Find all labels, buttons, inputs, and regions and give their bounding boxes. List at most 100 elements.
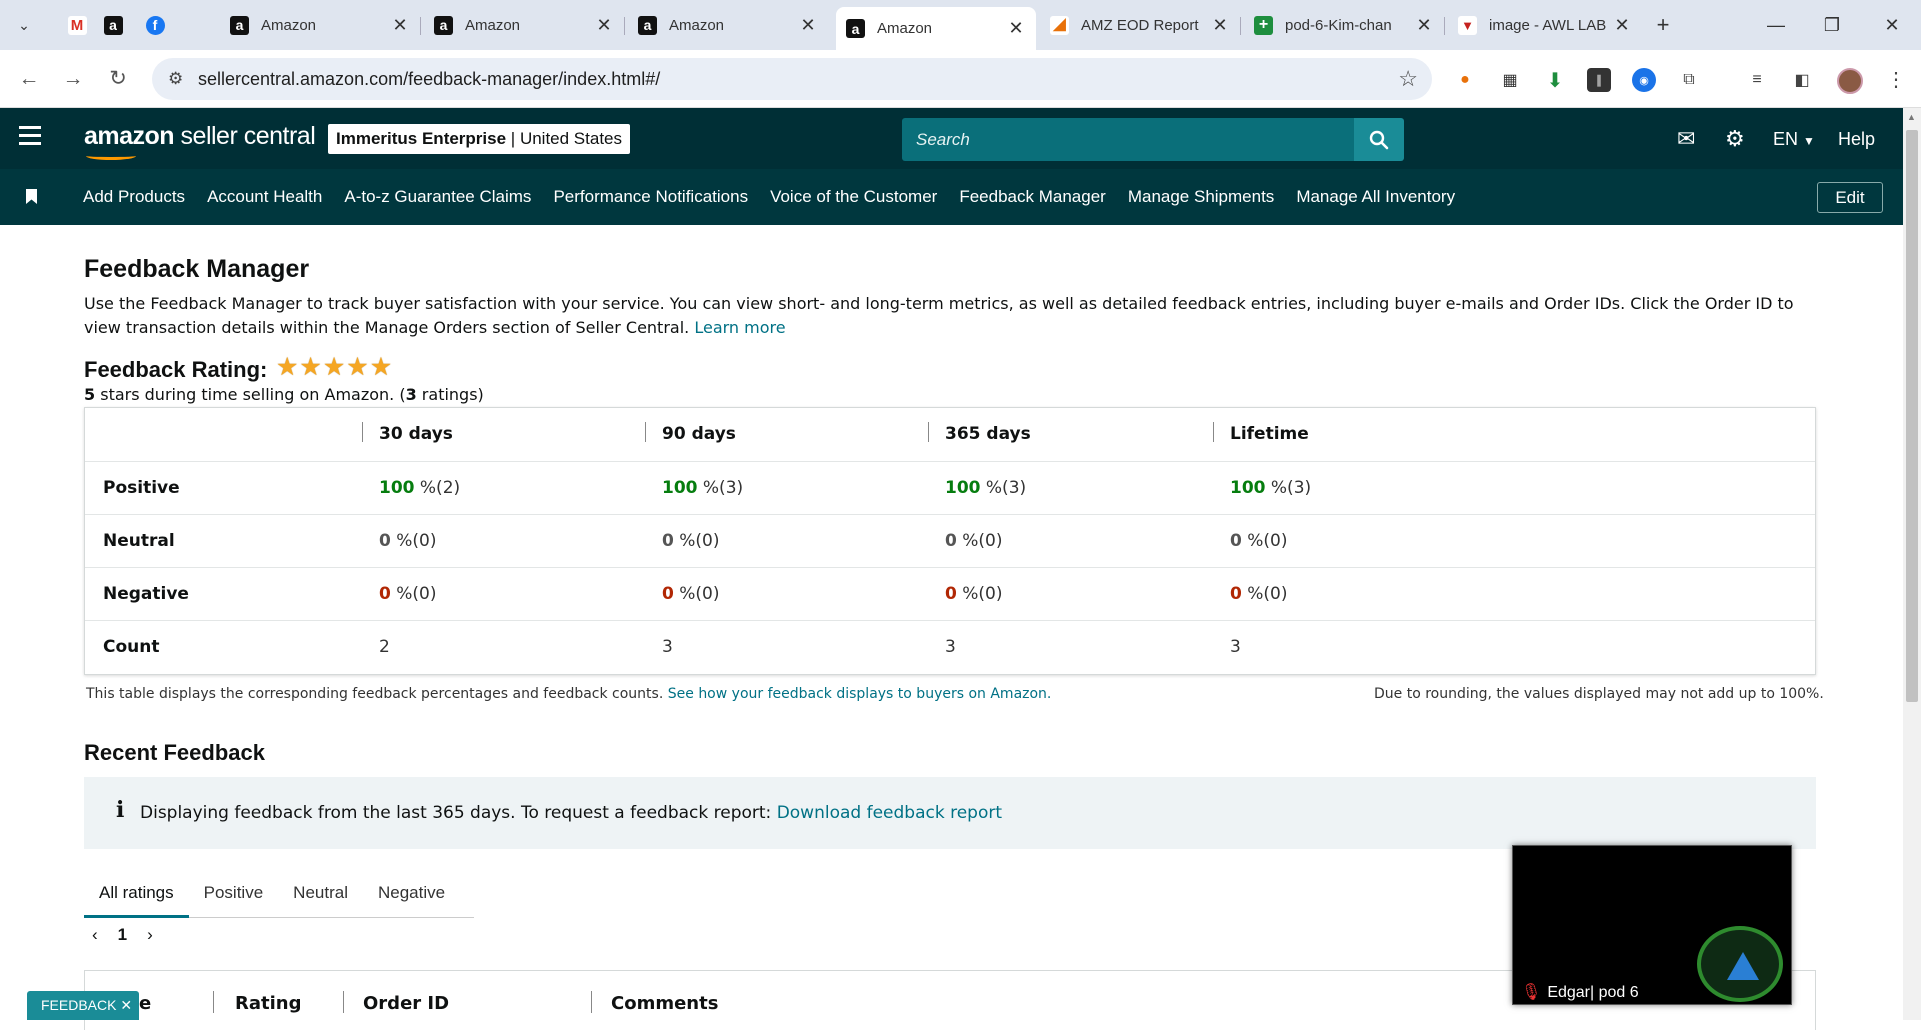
page-scrollbar[interactable]: ▲ [1903, 108, 1921, 1020]
extension-blue-icon[interactable]: ◉ [1632, 68, 1656, 92]
bookmark-icon[interactable] [26, 189, 37, 204]
browser-tab-active[interactable]: a Amazon ✕ [836, 7, 1036, 50]
hamburger-menu-icon[interactable] [19, 126, 41, 129]
browser-tab[interactable]: a Amazon ✕ [220, 7, 421, 43]
mail-icon[interactable]: ✉ [1677, 126, 1695, 152]
gear-icon[interactable]: ⚙ [1725, 126, 1745, 152]
close-tab-icon[interactable]: ✕ [1612, 15, 1632, 36]
video-call-overlay[interactable]: 🎙 Edgar| pod 6 [1512, 845, 1792, 1005]
extension-bars-icon[interactable]: ∥ [1587, 68, 1611, 92]
current-page[interactable]: 1 [118, 925, 127, 945]
organization-emblem-icon [1697, 926, 1783, 1002]
column-header: 365 days [945, 424, 1031, 444]
help-link[interactable]: Help [1838, 129, 1875, 150]
column-header[interactable]: Order ID [363, 993, 449, 1014]
url-bar[interactable]: ⚙ sellercentral.amazon.com/feedback-mana… [152, 58, 1432, 100]
close-tab-icon[interactable]: ✕ [390, 15, 410, 36]
star-icon: ★ [369, 353, 393, 381]
download-feedback-report-link[interactable]: Download feedback report [777, 803, 1002, 823]
new-tab-icon[interactable]: + [1649, 12, 1677, 38]
close-tab-icon[interactable]: ✕ [798, 15, 818, 36]
seller-central-logo[interactable]: amazon seller central [84, 122, 316, 160]
extensions-puzzle-icon[interactable]: ⧉ [1677, 68, 1701, 92]
browser-tab[interactable]: + pod-6-Kim-chan ✕ [1244, 7, 1445, 43]
nav-account-health[interactable]: Account Health [207, 187, 322, 207]
prev-page-icon[interactable]: ‹ [92, 925, 98, 945]
search-button[interactable] [1354, 118, 1404, 161]
tab-negative[interactable]: Negative [363, 868, 460, 918]
browser-menu-icon[interactable]: ⋮ [1886, 67, 1906, 92]
minimize-icon[interactable]: — [1756, 10, 1796, 40]
pinned-tab-amazon[interactable]: a [96, 10, 130, 40]
rounding-note: Due to rounding, the values displayed ma… [1374, 686, 1824, 702]
back-icon[interactable]: ← [14, 64, 44, 94]
browser-tab[interactable]: ▼ image - AWL LAB ✕ [1448, 7, 1642, 43]
tab-title: pod-6-Kim-chan [1285, 16, 1392, 34]
table-row-neutral: Neutral 0 %(0) 0 %(0) 0 %(0) 0 %(0) [85, 514, 1815, 567]
qr-code-icon[interactable]: ▦ [1498, 68, 1522, 92]
nav-performance-notifications[interactable]: Performance Notifications [553, 187, 748, 207]
restore-icon[interactable]: ❐ [1812, 10, 1852, 40]
tab-title: Amazon [261, 16, 317, 34]
tab-neutral[interactable]: Neutral [278, 868, 363, 918]
metric-count: %(0) [1241, 584, 1288, 604]
metric-count: %(0) [390, 584, 437, 604]
close-tab-icon[interactable]: ✕ [594, 15, 614, 36]
scrollbar-thumb[interactable] [1906, 130, 1918, 702]
media-control-icon[interactable]: ≡ [1745, 68, 1769, 92]
language-selector[interactable]: EN ▼ [1773, 129, 1815, 150]
row-label: Neutral [103, 531, 175, 551]
browser-tab[interactable]: ◢ AMZ EOD Report ✕ [1040, 7, 1241, 43]
feedback-button[interactable]: FEEDBACK ✕ [27, 991, 139, 1020]
nav-feedback-manager[interactable]: Feedback Manager [959, 187, 1105, 207]
close-tab-icon[interactable]: ✕ [1210, 15, 1230, 36]
nav-add-products[interactable]: Add Products [83, 187, 185, 207]
column-header[interactable]: Rating [235, 993, 301, 1014]
intro-text: Use the Feedback Manager to track buyer … [84, 292, 1824, 340]
tab-search-chevron-icon[interactable]: ⌄ [10, 12, 38, 38]
column-header[interactable]: e [139, 993, 151, 1014]
metric-cell: 0 %(0) [1230, 515, 1287, 568]
close-tab-icon[interactable]: ✕ [1414, 15, 1434, 36]
side-panel-icon[interactable]: ◧ [1790, 68, 1814, 92]
reload-icon[interactable]: ↻ [103, 64, 133, 94]
awl-icon: ▼ [1458, 15, 1477, 35]
pinned-tab-gmail[interactable]: M [60, 10, 94, 40]
tab-all-ratings[interactable]: All ratings [84, 868, 189, 918]
nav-voice-of-customer[interactable]: Voice of the Customer [770, 187, 937, 207]
nav-a-to-z-claims[interactable]: A-to-z Guarantee Claims [344, 187, 531, 207]
site-settings-icon[interactable]: ⚙ [168, 69, 183, 89]
muted-mic-icon: 🎙 [1521, 984, 1542, 1001]
positive-pct: 100 [945, 478, 981, 498]
browser-tab[interactable]: a Amazon ✕ [424, 7, 625, 43]
url-text[interactable]: sellercentral.amazon.com/feedback-manage… [198, 69, 660, 90]
table-row-positive: Positive 100 %(2) 100 %(3) 100 %(3) 100 … [85, 461, 1815, 514]
window-close-icon[interactable]: ✕ [1872, 10, 1912, 40]
nav-manage-shipments[interactable]: Manage Shipments [1128, 187, 1274, 207]
column-header[interactable]: Comments [611, 993, 718, 1014]
scroll-up-icon[interactable]: ▲ [1907, 112, 1916, 122]
browser-tab[interactable]: a Amazon ✕ [628, 7, 828, 43]
account-switcher[interactable]: Immeritus Enterprise | United States [328, 124, 630, 154]
next-page-icon[interactable]: › [147, 925, 153, 945]
metric-count: %(0) [673, 584, 720, 604]
participant-label: Edgar| pod 6 [1547, 984, 1639, 1001]
tab-positive[interactable]: Positive [189, 868, 279, 918]
profile-avatar[interactable] [1837, 68, 1863, 94]
star-rating: ★ ★ ★ ★ ★ [276, 355, 392, 380]
search-input[interactable] [902, 118, 1354, 161]
forward-icon[interactable]: → [58, 64, 88, 94]
edit-nav-button[interactable]: Edit [1817, 182, 1883, 213]
see-feedback-display-link[interactable]: See how your feedback displays to buyers… [668, 686, 1052, 702]
nav-manage-inventory[interactable]: Manage All Inventory [1296, 187, 1455, 207]
search-box [902, 118, 1354, 161]
pinned-tab-facebook[interactable]: f [138, 10, 172, 40]
tab-title: Amazon [877, 20, 933, 37]
download-icon[interactable]: ⬇ [1543, 68, 1567, 92]
bookmark-star-icon[interactable]: ☆ [1398, 66, 1418, 92]
positive-pct: 100 [379, 478, 415, 498]
close-tab-icon[interactable]: ✕ [1006, 18, 1026, 39]
gmail-icon: M [67, 15, 87, 35]
extension-firefox-icon[interactable]: ● [1453, 68, 1477, 92]
learn-more-link[interactable]: Learn more [694, 318, 785, 337]
